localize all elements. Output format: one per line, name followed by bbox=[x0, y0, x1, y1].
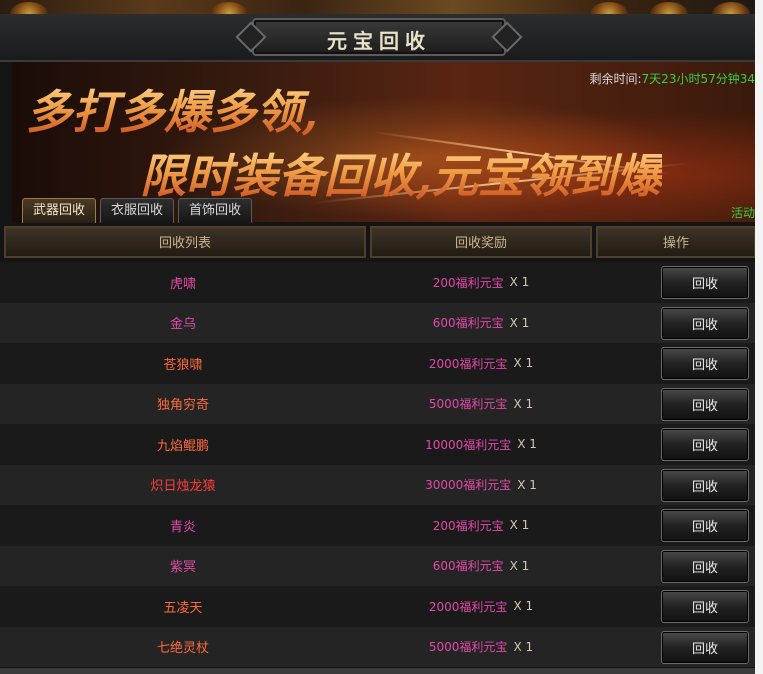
timer-label: 剩余时间: bbox=[589, 72, 642, 86]
item-name: 独角穷奇 bbox=[156, 398, 209, 414]
activity-link[interactable]: 活动 bbox=[731, 204, 755, 221]
table-row: 五凌天 2000福利元宝 X 1 回收 bbox=[0, 586, 755, 627]
table-row: 紫冥 600福利元宝 X 1 回收 bbox=[0, 545, 755, 587]
reward-cell: 200福利元宝 X 1 bbox=[370, 505, 592, 546]
reward-cell: 600福利元宝 X 1 bbox=[370, 546, 592, 587]
item-name: 金乌 bbox=[169, 317, 196, 333]
reward-quantity: X 1 bbox=[517, 437, 537, 452]
reward-quantity: X 1 bbox=[513, 599, 534, 614]
table-row: 炽日烛龙猿 30000福利元宝 X 1 回收 bbox=[0, 464, 755, 506]
reward-amount: 200福利元宝 bbox=[432, 518, 504, 533]
item-name: 苍狼啸 bbox=[163, 357, 203, 373]
reward-cell: 5000福利元宝 X 1 bbox=[370, 627, 592, 668]
reward-cell: 2000福利元宝 X 1 bbox=[370, 586, 592, 627]
recycle-button[interactable]: 回收 bbox=[661, 509, 749, 542]
item-name: 炽日烛龙猿 bbox=[150, 479, 216, 495]
reward-quantity: X 1 bbox=[517, 477, 537, 492]
recycle-button[interactable]: 回收 bbox=[661, 630, 749, 664]
table-header: 回收列表 回收奖励 操作 bbox=[0, 224, 755, 260]
bottom-border bbox=[0, 668, 755, 674]
window-edge bbox=[755, 0, 763, 674]
item-name: 七绝灵杖 bbox=[156, 641, 209, 657]
table-row: 金乌 600福利元宝 X 1 回收 bbox=[0, 302, 755, 344]
reward-amount: 200福利元宝 bbox=[432, 275, 504, 290]
slogan-line-2: 限时装备回收,元宝领到爆 bbox=[140, 140, 662, 206]
item-name: 九焰鲲鹏 bbox=[156, 438, 209, 454]
tab-weapon-recycle[interactable]: 武器回收 bbox=[22, 198, 97, 223]
reward-cell: 30000福利元宝 X 1 bbox=[370, 465, 592, 506]
page-title: 元宝回收 bbox=[327, 29, 431, 53]
reward-quantity: X 1 bbox=[513, 639, 534, 654]
reward-amount: 5000福利元宝 bbox=[428, 397, 508, 412]
reward-amount: 5000福利元宝 bbox=[428, 640, 508, 655]
recycle-button[interactable]: 回收 bbox=[661, 590, 749, 623]
recycle-button[interactable]: 回收 bbox=[661, 347, 749, 380]
reward-cell: 5000福利元宝 X 1 bbox=[370, 384, 592, 425]
reward-quantity: X 1 bbox=[509, 558, 530, 573]
reward-amount: 2000福利元宝 bbox=[428, 356, 508, 371]
header-recycle-list: 回收列表 bbox=[4, 226, 366, 258]
table-row: 独角穷奇 5000福利元宝 X 1 回收 bbox=[0, 383, 755, 425]
reward-amount: 10000福利元宝 bbox=[425, 437, 512, 452]
recycle-button[interactable]: 回收 bbox=[661, 549, 749, 583]
recycle-button[interactable]: 回收 bbox=[661, 266, 749, 299]
recycle-button[interactable]: 回收 bbox=[661, 428, 749, 461]
tab-jewelry-recycle[interactable]: 首饰回收 bbox=[178, 198, 253, 223]
reward-amount: 2000福利元宝 bbox=[428, 599, 508, 614]
item-name: 五凌天 bbox=[163, 600, 203, 616]
reward-amount: 600福利元宝 bbox=[432, 316, 504, 331]
reward-cell: 200福利元宝 X 1 bbox=[370, 262, 592, 303]
recycle-button[interactable]: 回收 bbox=[661, 468, 749, 502]
table-row: 七绝灵杖 5000福利元宝 X 1 回收 bbox=[0, 626, 755, 668]
reward-quantity: X 1 bbox=[509, 315, 530, 330]
reward-quantity: X 1 bbox=[509, 275, 530, 290]
item-name: 虎啸 bbox=[169, 276, 196, 292]
table-row: 虎啸 200福利元宝 X 1 回收 bbox=[0, 262, 755, 303]
table-row: 九焰鲲鹏 10000福利元宝 X 1 回收 bbox=[0, 424, 755, 465]
table-row: 青炎 200福利元宝 X 1 回收 bbox=[0, 505, 755, 546]
item-name: 青炎 bbox=[169, 519, 196, 535]
header-action: 操作 bbox=[596, 226, 755, 258]
reward-quantity: X 1 bbox=[513, 396, 534, 411]
table-row: 苍狼啸 2000福利元宝 X 1 回收 bbox=[0, 343, 755, 384]
recycle-panel: 元宝回收 剩余时间:7天23小时57分钟34 多打多爆多领, 限时装备回收,元宝… bbox=[0, 0, 755, 674]
reward-amount: 600福利元宝 bbox=[432, 559, 504, 574]
recycle-table-body: 虎啸 200福利元宝 X 1 回收 金乌 600福利元宝 X 1 回收 苍狼啸 2000福利元宝 X… bbox=[0, 262, 755, 667]
reward-quantity: X 1 bbox=[513, 356, 534, 371]
item-name: 紫冥 bbox=[169, 560, 196, 576]
recycle-button[interactable]: 回收 bbox=[661, 306, 749, 340]
timer-value: 7天23小时57分钟34 bbox=[641, 72, 755, 86]
category-tabs: 武器回收 衣服回收 首饰回收 bbox=[22, 198, 253, 224]
reward-cell: 2000福利元宝 X 1 bbox=[370, 343, 592, 384]
reward-amount: 30000福利元宝 bbox=[425, 478, 512, 493]
reward-quantity: X 1 bbox=[509, 518, 530, 533]
reward-cell: 10000福利元宝 X 1 bbox=[370, 424, 592, 465]
tab-clothing-recycle[interactable]: 衣服回收 bbox=[100, 198, 175, 223]
countdown-timer: 剩余时间:7天23小时57分钟34 bbox=[590, 70, 756, 87]
title-plate: 元宝回收 bbox=[252, 18, 506, 56]
recycle-button[interactable]: 回收 bbox=[661, 387, 749, 421]
header-recycle-reward: 回收奖励 bbox=[370, 226, 592, 258]
title-bar: 元宝回收 bbox=[0, 14, 755, 62]
reward-cell: 600福利元宝 X 1 bbox=[370, 303, 592, 344]
slogan-line-1: 多打多爆多领, bbox=[26, 76, 318, 142]
